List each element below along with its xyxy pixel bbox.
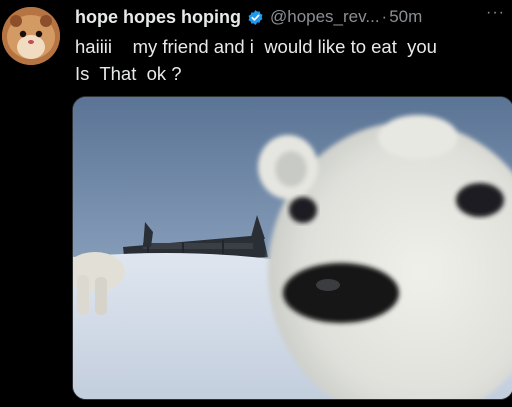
hamster-avatar-image (2, 7, 60, 65)
tweet-media-image[interactable] (72, 96, 512, 400)
polar-bear-photo (73, 97, 512, 399)
separator-dot: · (381, 7, 388, 26)
user-handle[interactable]: @hopes_rev... (270, 7, 380, 27)
display-name[interactable]: hope hopes hoping (75, 7, 241, 28)
timestamp[interactable]: 50m (389, 7, 422, 27)
tweet-text-line-2: Is That ok ? (75, 63, 182, 84)
tweet-text: haiiii my friend and i would like to eat… (75, 33, 505, 87)
verified-badge-icon (247, 9, 264, 26)
more-options-icon[interactable]: ··· (486, 4, 505, 22)
tweet-text-line-1: haiiii my friend and i would like to eat… (75, 36, 437, 57)
tweet[interactable]: hope hopes hoping @hopes_rev... · 50m ··… (0, 0, 512, 407)
tweet-header: hope hopes hoping @hopes_rev... · 50m ··… (75, 4, 507, 30)
avatar[interactable] (2, 7, 60, 65)
